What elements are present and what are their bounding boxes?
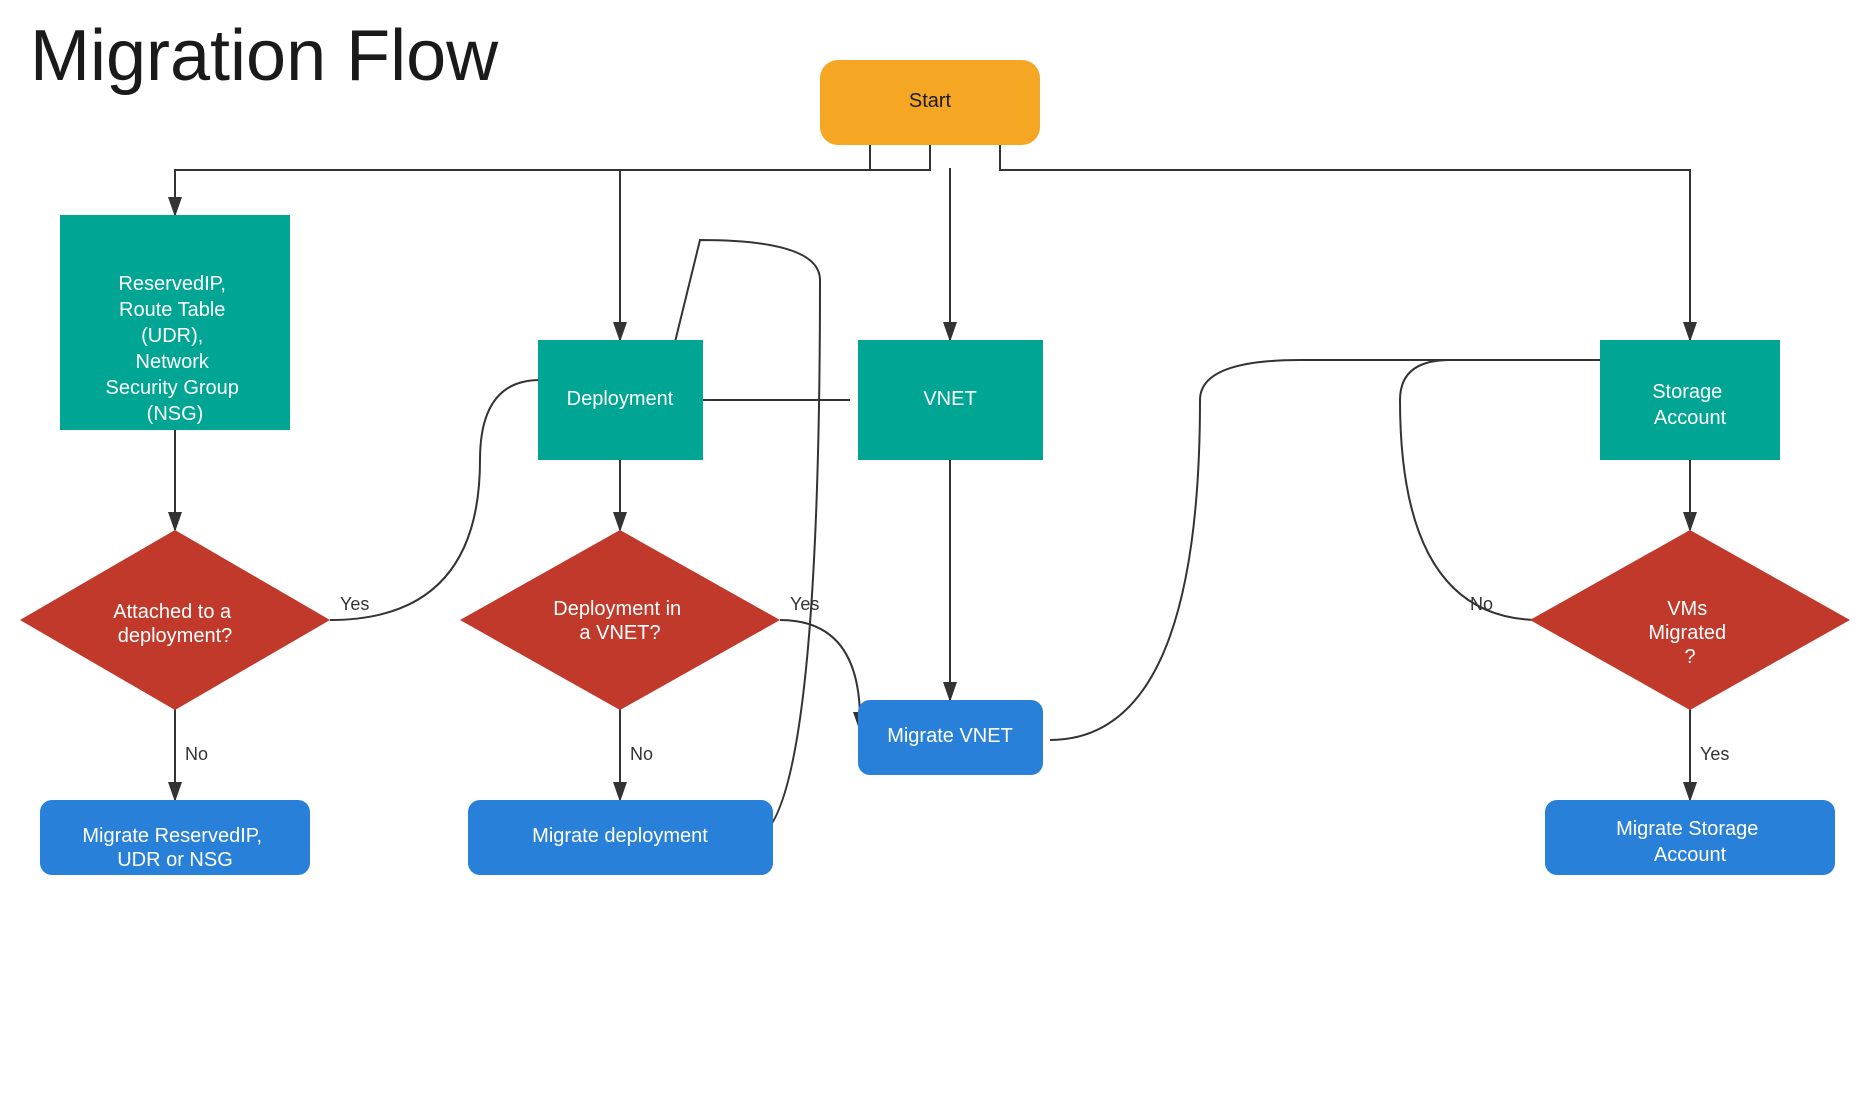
start-label: Start — [909, 90, 952, 112]
migrate-vnet-label: Migrate VNET — [887, 725, 1013, 747]
no-label-vms: No — [1470, 594, 1493, 614]
no-label-deployment: No — [630, 744, 653, 764]
yes-label-deployment: Yes — [790, 594, 819, 614]
deployment-label: Deployment — [567, 388, 674, 410]
yes-label-vms: Yes — [1700, 744, 1729, 764]
migrate-deployment-label: Migrate deployment — [532, 825, 708, 847]
no-label-attached: No — [185, 744, 208, 764]
vnet-label: VNET — [923, 388, 976, 410]
flow-diagram: Start ReservedIP, Route Table (UDR), Net… — [0, 0, 1866, 1102]
yes-label-attached: Yes — [340, 594, 369, 614]
